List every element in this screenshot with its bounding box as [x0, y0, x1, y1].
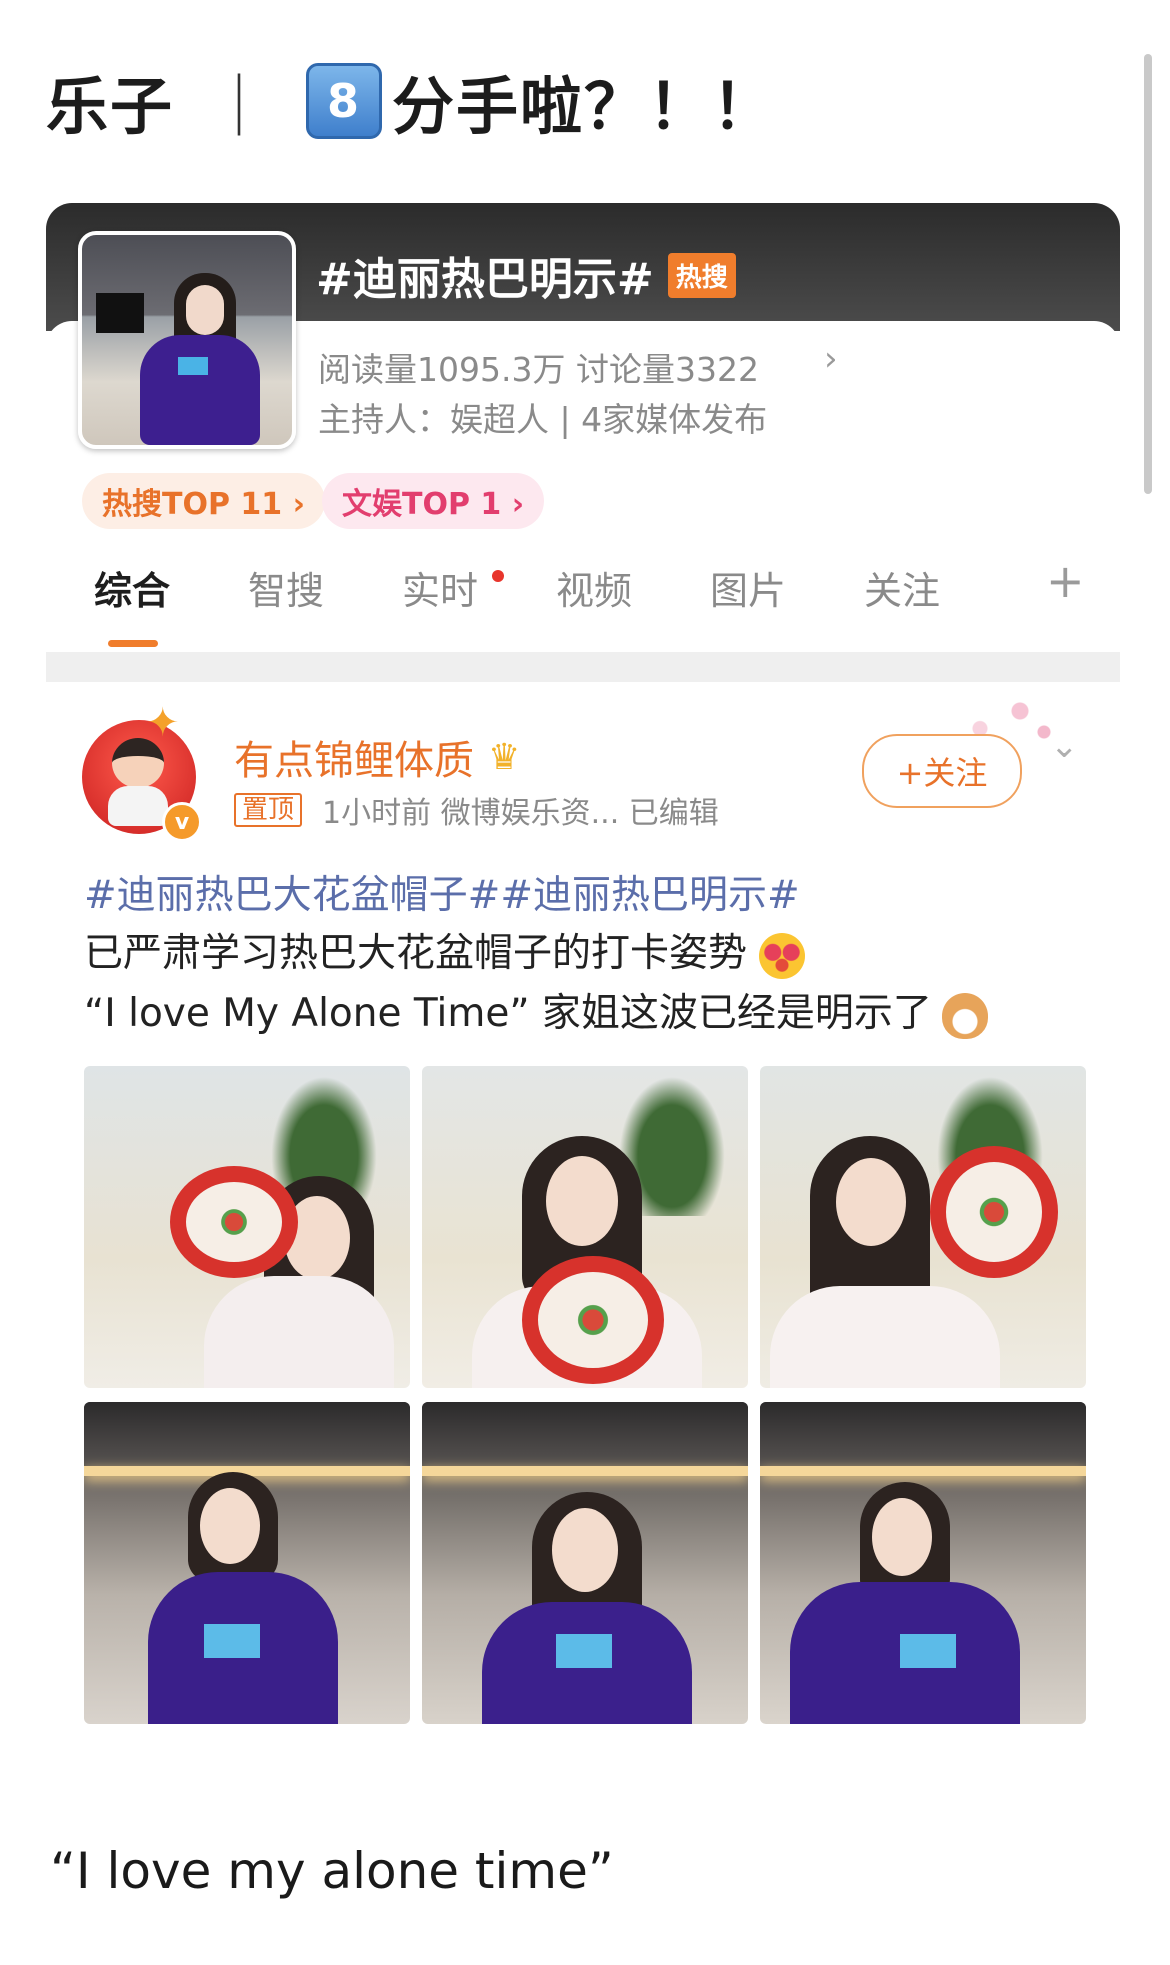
keycap-number-icon: 8	[306, 63, 383, 139]
scrollbar[interactable]	[1144, 54, 1152, 494]
add-tab-icon[interactable]: +	[1046, 554, 1085, 608]
post-photo-1[interactable]	[84, 1066, 410, 1388]
post-text-line2: “I love My Alone Time” 家姐这波已经是明示了	[84, 982, 988, 1039]
post-text-line1: 已严肃学习热巴大花盆帽子的打卡姿势	[84, 922, 806, 979]
post-photo-2[interactable]	[422, 1066, 748, 1388]
post-hashtags[interactable]: #迪丽热巴大花盆帽子##迪丽热巴明示#	[84, 864, 800, 920]
username-text: 有点锦鲤体质	[234, 738, 474, 784]
entertainment-rank-tag[interactable]: 文娱TOP 1 ›	[322, 473, 545, 529]
post-username[interactable]: 有点锦鲤体质 ♛	[234, 728, 520, 786]
search-tabs: 综合 智搜 实时 视频 图片 关注 +	[46, 554, 1120, 647]
tab-realtime[interactable]: 实时	[402, 560, 478, 615]
topic-host: 主持人：娱超人 | 4家媒体发布	[318, 400, 768, 439]
title-prefix: 乐子	[46, 70, 175, 143]
chevron-down-icon[interactable]: ⌄	[1050, 726, 1079, 766]
realtime-unread-dot	[492, 570, 504, 582]
topic-stats: 阅读量1095.3万 讨论量3322	[318, 350, 759, 389]
topic-chevron-icon[interactable]: ›	[824, 339, 838, 379]
post-line2-text: “I love My Alone Time” 家姐这波已经是明示了	[84, 991, 932, 1036]
post-meta-text: 1小时前 微博娱乐资... 已编辑	[322, 796, 719, 831]
follow-button[interactable]: +关注	[862, 734, 1022, 808]
tab-images[interactable]: 图片	[710, 560, 786, 615]
hot-search-rank-tag[interactable]: 热搜TOP 11 ›	[82, 473, 325, 529]
post-line1-text: 已严肃学习热巴大花盆帽子的打卡姿势	[84, 931, 748, 976]
post-meta: 置顶 1小时前 微博娱乐资... 已编辑	[234, 788, 719, 832]
post-photo-4[interactable]	[84, 1402, 410, 1724]
tab-video[interactable]: 视频	[556, 560, 632, 615]
bottom-caption: “I love my alone time”	[50, 1842, 614, 1900]
pinned-badge: 置顶	[234, 793, 303, 827]
tab-smart-search[interactable]: 智搜	[248, 560, 324, 615]
verified-badge-icon: v	[162, 802, 202, 842]
crown-icon: ♛	[488, 736, 521, 778]
heart-eyes-emoji-icon	[759, 932, 806, 979]
active-tab-indicator	[108, 640, 158, 647]
post-photo-6[interactable]	[760, 1402, 1086, 1724]
title-suffix: 分手啦？！！	[392, 70, 777, 143]
section-divider	[46, 652, 1120, 682]
dog-emoji-icon	[941, 992, 988, 1039]
tab-comprehensive[interactable]: 综合	[94, 560, 170, 615]
topic-title-text: #迪丽热巴明示#	[316, 254, 654, 305]
page-title: 乐子 ｜ 8 分手啦？！！	[46, 58, 776, 144]
post-photo-5[interactable]	[422, 1402, 748, 1724]
topic-title[interactable]: #迪丽热巴明示# 热搜	[316, 243, 736, 307]
topic-cover-image[interactable]	[78, 231, 296, 449]
title-separator: ｜	[208, 70, 273, 143]
flame-icon: ✦	[146, 700, 180, 746]
post-photo-3[interactable]	[760, 1066, 1086, 1388]
hot-badge: 热搜	[667, 252, 736, 298]
tab-following[interactable]: 关注	[864, 560, 940, 615]
